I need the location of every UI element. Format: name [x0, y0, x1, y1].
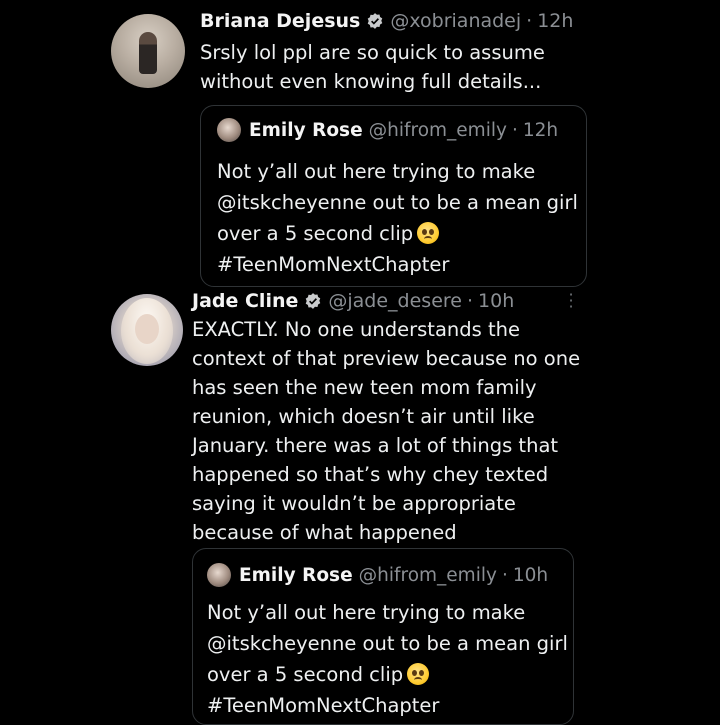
quoted-tweet[interactable]: Emily Rose @hifrom_emily · 10h Not y’all…: [192, 548, 574, 725]
quote-timestamp: 10h: [512, 564, 549, 586]
hashtag[interactable]: #TeenMomNextChapter: [207, 690, 568, 721]
quote-text: Not y’all out here trying to make @itskch…: [207, 597, 568, 721]
tweet-text-line: because of what happened: [192, 521, 457, 544]
quote-avatar: [217, 118, 241, 142]
tweet-header: Jade Cline @jade_desere · 10h: [192, 290, 514, 312]
quote-text-line: over a 5 second clip: [217, 218, 578, 249]
tweet-text-line: Srsly lol ppl are so quick to assume: [200, 41, 545, 64]
quote-text-line: @itskcheyenne out to be a mean girl: [207, 632, 568, 655]
quote-text: Not y’all out here trying to make @itskch…: [217, 156, 578, 280]
tweet-text-line: reunion, which doesn’t air until like: [192, 405, 535, 428]
handle[interactable]: @xobrianadej: [390, 10, 521, 32]
quote-text-line: Not y’all out here trying to make: [217, 160, 536, 183]
tweet-text-line: context of that preview because no one: [192, 347, 581, 370]
quote-timestamp: 12h: [522, 119, 559, 141]
quote-handle: @hifrom_emily: [358, 564, 497, 586]
quote-header: Emily Rose @hifrom_emily · 12h: [217, 118, 558, 142]
display-name[interactable]: Jade Cline: [192, 290, 298, 312]
avatar[interactable]: [111, 294, 183, 366]
quote-text-line: over a 5 second clip: [207, 659, 568, 690]
tweet-text-line: January. there was a lot of things that: [192, 434, 559, 457]
separator: ·: [511, 119, 518, 141]
quote-text-segment: over a 5 second clip: [207, 663, 404, 686]
tweet-text-line: EXACTLY. No one understands the: [192, 318, 520, 341]
separator: ·: [501, 564, 508, 586]
tweet-text: EXACTLY. No one understands the context o…: [192, 315, 580, 547]
tweet-header: Briana Dejesus @xobrianadej · 12h: [200, 10, 573, 32]
quoted-tweet[interactable]: Emily Rose @hifrom_emily · 12h Not y’all…: [200, 105, 587, 287]
timestamp[interactable]: 10h: [478, 290, 514, 312]
pleading-face-emoji-icon: [417, 222, 440, 244]
avatar[interactable]: [111, 14, 185, 88]
quote-avatar: [207, 563, 231, 587]
quote-handle: @hifrom_emily: [368, 119, 507, 141]
tweet-text-line: has seen the new teen mom family: [192, 376, 537, 399]
more-vertical-icon[interactable]: · · ·: [565, 287, 577, 315]
handle[interactable]: @jade_desere: [328, 290, 462, 312]
quote-display-name: Emily Rose: [249, 119, 363, 141]
tweet-text-line: without even knowing full details...: [200, 70, 542, 93]
separator: ·: [526, 10, 533, 32]
quote-text-line: @itskcheyenne out to be a mean girl: [217, 191, 578, 214]
separator: ·: [466, 290, 474, 312]
quote-text-line: Not y’all out here trying to make: [207, 601, 526, 624]
quote-text-segment: over a 5 second clip: [217, 222, 414, 245]
pleading-face-emoji-icon: [407, 663, 430, 685]
verified-badge-icon: [306, 293, 321, 309]
tweet-text-line: happened so that’s why chey texted: [192, 463, 549, 486]
quote-display-name: Emily Rose: [239, 564, 353, 586]
tweet-text: Srsly lol ppl are so quick to assume with…: [200, 38, 545, 96]
verified-badge-icon: [368, 13, 383, 29]
hashtag[interactable]: #TeenMomNextChapter: [217, 249, 578, 280]
tweet-text-line: saying it wouldn’t be appropriate: [192, 492, 516, 515]
timestamp[interactable]: 12h: [537, 10, 573, 32]
quote-header: Emily Rose @hifrom_emily · 10h: [207, 563, 548, 587]
display-name[interactable]: Briana Dejesus: [200, 10, 360, 32]
